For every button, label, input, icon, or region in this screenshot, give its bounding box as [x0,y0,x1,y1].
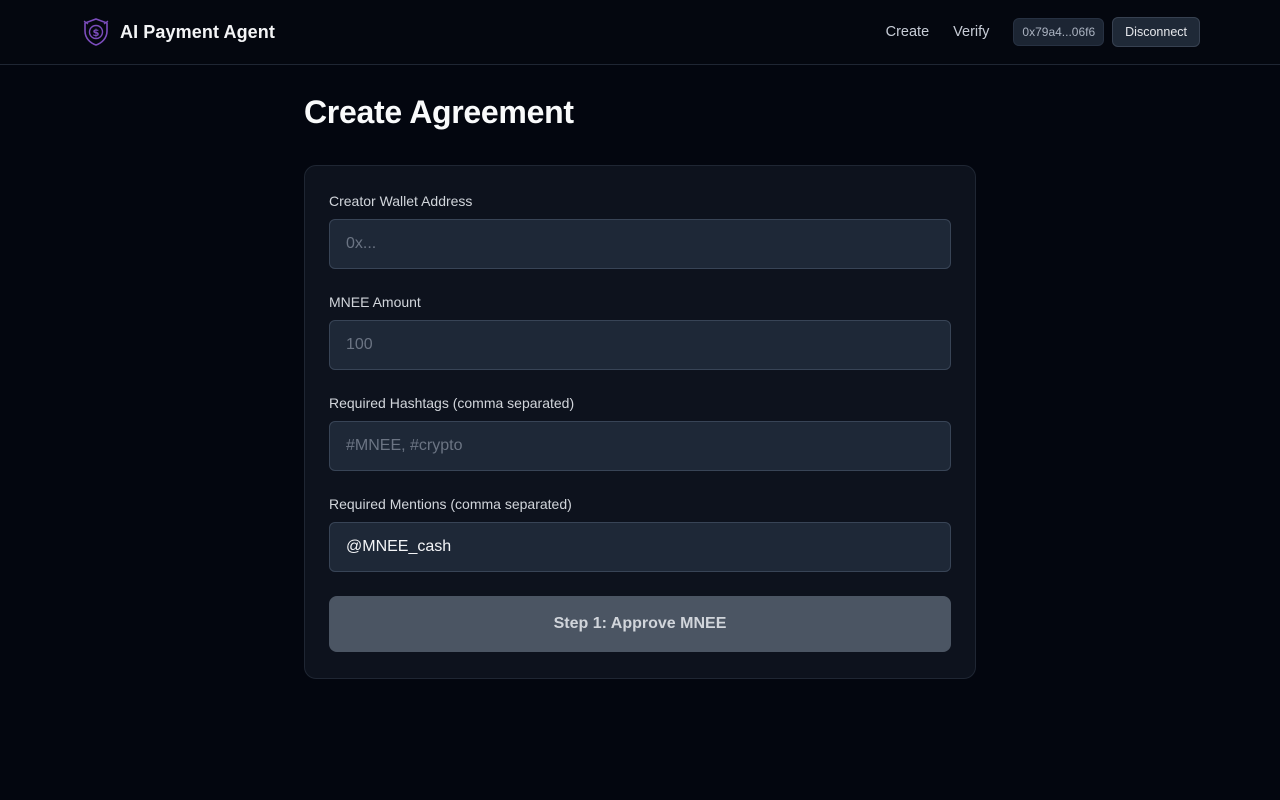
wallet-address-badge: 0x79a4...06f6 [1013,18,1105,46]
page-title: Create Agreement [304,94,574,130]
top-navigation-bar: $ AI Payment Agent Create Verify 0x79a4.… [0,0,1280,65]
amount-input[interactable] [329,320,951,370]
create-agreement-form: Creator Wallet Address MNEE Amount Requi… [304,165,976,679]
amount-field: MNEE Amount [329,293,951,370]
mentions-field: Required Mentions (comma separated) [329,495,951,572]
hashtags-label: Required Hashtags (comma separated) [329,395,575,411]
svg-text:$: $ [93,28,100,39]
hashtags-input[interactable] [329,421,951,471]
creator-wallet-input[interactable] [329,219,951,269]
main-nav: Create Verify 0x79a4...06f6 Disconnect [886,17,1200,47]
nav-link-create[interactable]: Create [886,24,930,40]
shield-dollar-icon: $ [83,18,109,46]
mentions-label: Required Mentions (comma separated) [329,496,572,512]
mentions-input[interactable] [329,522,951,572]
creator-wallet-label: Creator Wallet Address [329,193,473,209]
creator-wallet-field: Creator Wallet Address [329,192,951,269]
app-name: AI Payment Agent [120,21,275,42]
hashtags-field: Required Hashtags (comma separated) [329,394,951,471]
brand[interactable]: $ AI Payment Agent [82,17,275,47]
nav-link-verify[interactable]: Verify [953,24,989,40]
amount-label: MNEE Amount [329,294,421,310]
approve-mnee-button[interactable]: Step 1: Approve MNEE [329,596,951,652]
disconnect-button[interactable]: Disconnect [1112,17,1200,47]
